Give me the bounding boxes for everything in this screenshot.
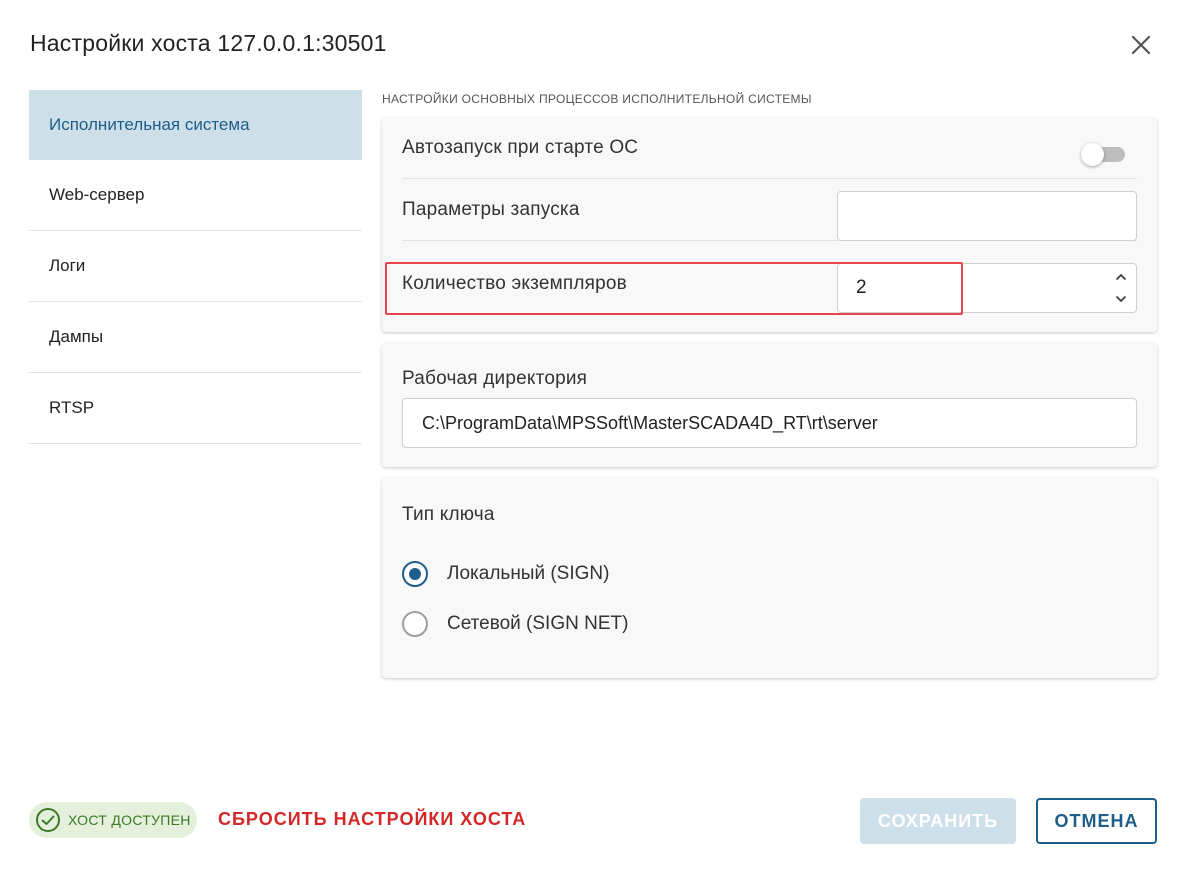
autostart-label: Автозапуск при старте ОС (402, 137, 639, 158)
status-text: ХОСТ ДОСТУПЕН (68, 812, 191, 828)
runtime-settings-card: Автозапуск при старте ОС Параметры запус… (382, 118, 1157, 332)
sidebar-item-label: Логи (49, 256, 86, 275)
host-settings-dialog: Настройки хоста 127.0.0.1:30501 Исполнит… (0, 0, 1185, 872)
sidebar-item-logs[interactable]: Логи (29, 231, 362, 302)
autostart-toggle[interactable] (1081, 142, 1125, 166)
radio-label: Сетевой (SIGN NET) (447, 613, 629, 634)
toggle-knob (1081, 143, 1104, 166)
sidebar-item-runtime[interactable]: Исполнительная система (29, 90, 362, 160)
sidebar-item-rtsp[interactable]: RTSP (29, 373, 362, 444)
close-icon (1131, 35, 1151, 55)
instance-count-stepper[interactable]: 2 (837, 263, 1137, 313)
instance-count-value: 2 (856, 277, 867, 298)
cancel-button[interactable]: ОТМЕНА (1036, 798, 1157, 844)
autostart-row: Автозапуск при старте ОС (402, 118, 1137, 179)
key-type-local-radio[interactable]: Локальный (SIGN) (402, 561, 609, 587)
sidebar-item-label: Web-сервер (49, 185, 145, 204)
host-status-badge: ХОСТ ДОСТУПЕН (29, 802, 197, 838)
key-type-label: Тип ключа (402, 504, 495, 525)
radio-label: Локальный (SIGN) (447, 563, 610, 584)
sidebar-item-dumps[interactable]: Дампы (29, 302, 362, 373)
check-circle-icon (36, 808, 60, 832)
work-dir-card: Рабочая директория C:\ProgramData\MPSSof… (382, 343, 1157, 467)
radio-checked-icon[interactable] (402, 561, 428, 587)
sidebar-item-label: Дампы (49, 327, 104, 346)
radio-unchecked-icon[interactable] (402, 611, 428, 637)
instance-count-label: Количество экземпляров (402, 272, 627, 294)
sidebar-item-label: Исполнительная система (49, 115, 250, 134)
chevron-up-down-icon[interactable] (1114, 270, 1128, 306)
key-type-network-radio[interactable]: Сетевой (SIGN NET) (402, 611, 628, 637)
dialog-title: Настройки хоста 127.0.0.1:30501 (30, 30, 387, 56)
launch-params-label: Параметры запуска (402, 199, 580, 220)
reset-host-settings-button[interactable]: СБРОСИТЬ НАСТРОЙКИ ХОСТА (218, 809, 526, 830)
launch-params-input[interactable] (837, 191, 1137, 241)
work-dir-input[interactable]: C:\ProgramData\MPSSoft\MasterSCADA4D_RT\… (402, 398, 1137, 448)
chevron-down-icon[interactable] (1114, 292, 1128, 306)
close-button[interactable] (1126, 30, 1156, 60)
settings-sidebar: Исполнительная система Web-сервер Логи Д… (29, 90, 362, 444)
save-button[interactable]: СОХРАНИТЬ (860, 798, 1016, 844)
section-caption: НАСТРОЙКИ ОСНОВНЫХ ПРОЦЕССОВ ИСПОЛНИТЕЛЬ… (382, 92, 812, 106)
work-dir-label: Рабочая директория (402, 368, 588, 389)
chevron-up-icon[interactable] (1114, 270, 1128, 284)
sidebar-item-label: RTSP (49, 398, 95, 417)
key-type-card: Тип ключа Локальный (SIGN) Сетевой (SIGN… (382, 478, 1157, 678)
sidebar-item-web-server[interactable]: Web-сервер (29, 160, 362, 231)
